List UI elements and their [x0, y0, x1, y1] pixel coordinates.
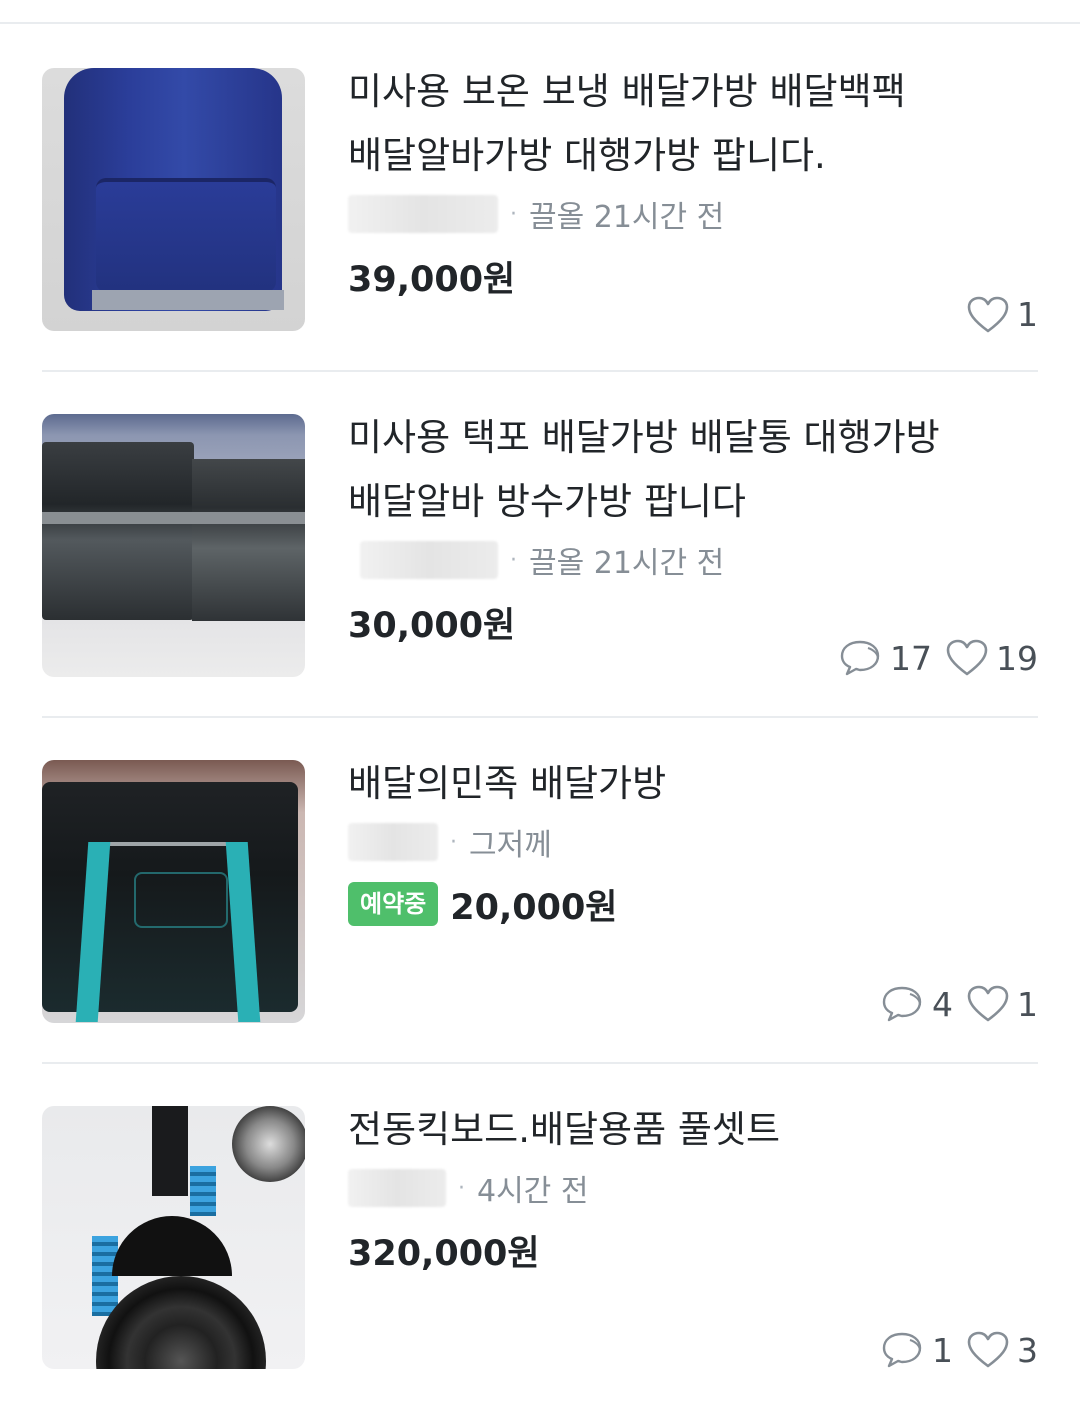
listing-counts: 1	[953, 295, 1038, 334]
chat-count: 17	[838, 638, 932, 678]
heart-icon	[967, 296, 1009, 332]
like-count: 3	[967, 1331, 1038, 1370]
listing-time: 끌올 21시간 전	[529, 546, 725, 581]
listing-info: 미사용 택포 배달가방 배달통 대행가방 배달알바 방수가방 팝니다 · 끌올 …	[348, 414, 1038, 648]
location-blurred	[348, 1169, 446, 1207]
listing-title[interactable]: 미사용 보온 보냉 배달가방 배달백팩 배달알바가방 대행가방 팝니다.	[348, 60, 1038, 188]
chat-bubble-icon	[882, 986, 922, 1022]
product-thumbnail[interactable]	[42, 68, 305, 331]
chat-count: 1	[880, 1330, 953, 1370]
like-count: 1	[967, 295, 1038, 334]
listing-meta: · 그저께	[348, 818, 1038, 866]
listing-meta: · 끌올 21시간 전	[348, 536, 1038, 584]
listing-meta: · 4시간 전	[348, 1164, 1038, 1212]
heart-icon	[946, 639, 988, 676]
chat-bubble-icon	[840, 640, 880, 676]
product-thumbnail[interactable]	[42, 1106, 305, 1369]
price-row: 39,000원	[348, 250, 1038, 302]
listing-price: 20,000원	[450, 887, 618, 928]
listing-meta: · 끌올 21시간 전	[348, 190, 1038, 238]
price-row: 예약중 20,000원	[348, 878, 1038, 930]
listing-counts: 4 1	[866, 984, 1038, 1024]
listing-title[interactable]: 배달의민족 배달가방	[348, 752, 1038, 816]
location-blurred	[360, 541, 498, 579]
listing-price: 30,000원	[348, 605, 516, 646]
list-item[interactable]: 배달의민족 배달가방 · 그저께 예약중 20,000원 4 1	[42, 716, 1038, 1062]
price-row: 320,000원	[348, 1224, 1038, 1276]
listing-info: 배달의민족 배달가방 · 그저께 예약중 20,000원	[348, 760, 1038, 930]
heart-icon	[967, 1331, 1009, 1368]
listing-price: 320,000원	[348, 1233, 540, 1274]
listing-info: 미사용 보온 보냉 배달가방 배달백팩 배달알바가방 대행가방 팝니다. · 끌…	[348, 68, 1038, 302]
listing-info: 전동킥보드.배달용품 풀셋트 · 4시간 전 320,000원	[348, 1106, 1038, 1276]
chat-count: 4	[880, 984, 953, 1024]
listing-price: 39,000원	[348, 259, 516, 300]
listing-title[interactable]: 미사용 택포 배달가방 배달통 대행가방 배달알바 방수가방 팝니다	[348, 406, 1038, 534]
listing-time: 끌올 21시간 전	[529, 200, 725, 235]
list-item[interactable]: 전동킥보드.배달용품 풀셋트 · 4시간 전 320,000원 1 3	[42, 1062, 1038, 1408]
status-badge: 예약중	[348, 882, 439, 926]
listing-time: 그저께	[469, 828, 552, 863]
heart-icon	[967, 985, 1009, 1022]
chat-bubble-icon	[882, 1332, 922, 1368]
location-blurred	[348, 195, 498, 233]
product-thumbnail[interactable]	[42, 414, 305, 677]
list-item[interactable]: 미사용 택포 배달가방 배달통 대행가방 배달알바 방수가방 팝니다 · 끌올 …	[42, 370, 1038, 716]
like-count: 1	[967, 985, 1038, 1024]
list-item[interactable]: 미사용 보온 보냉 배달가방 배달백팩 배달알바가방 대행가방 팝니다. · 끌…	[42, 24, 1038, 370]
listing-counts: 1 3	[866, 1330, 1038, 1370]
like-count: 19	[946, 639, 1038, 678]
listing-counts: 17 19	[824, 638, 1038, 678]
product-thumbnail[interactable]	[42, 760, 305, 1023]
listing-title[interactable]: 전동킥보드.배달용품 풀셋트	[348, 1098, 1038, 1162]
listing-time: 4시간 전	[477, 1174, 589, 1209]
top-divider	[0, 0, 1080, 24]
location-blurred	[348, 823, 438, 861]
listing-list: 미사용 보온 보냉 배달가방 배달백팩 배달알바가방 대행가방 팝니다. · 끌…	[0, 24, 1080, 1408]
